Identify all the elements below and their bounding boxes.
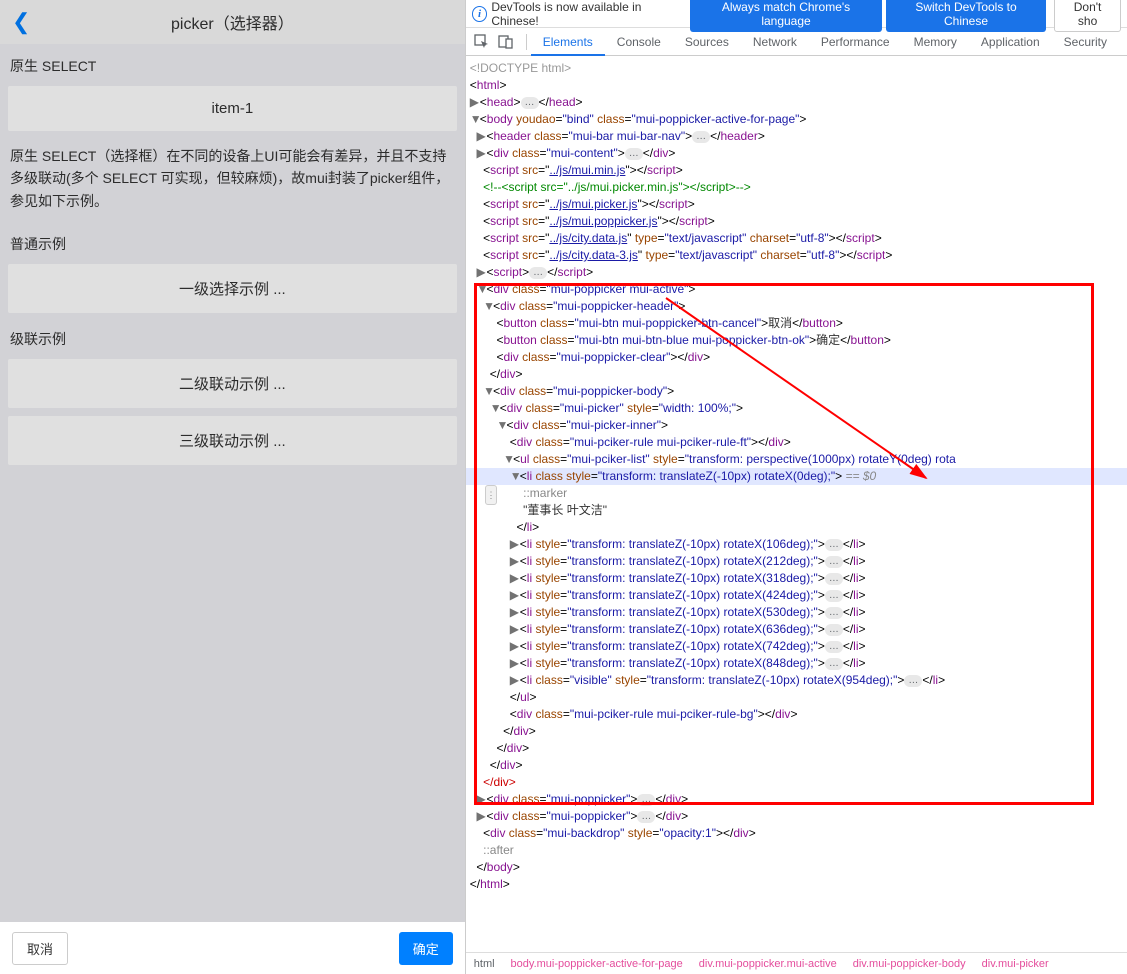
tab-network[interactable]: Network <box>741 28 809 56</box>
ok-button[interactable]: 确定 <box>399 932 453 965</box>
dom-node[interactable]: <script src="../js/city.data.js" type="t… <box>466 230 1127 247</box>
modal-backdrop[interactable] <box>0 0 465 974</box>
mobile-app-panel: ❮ picker（选择器） 原生 SELECT item-1 原生 SELECT… <box>0 0 465 974</box>
breadcrumb-item[interactable]: div.mui-poppicker-body <box>853 958 966 970</box>
dom-node[interactable]: <!--<script src="../js/mui.picker.min.js… <box>466 179 1127 196</box>
dom-node[interactable]: <script src="../js/mui.picker.js"></scri… <box>466 196 1127 213</box>
dom-node[interactable]: ▶<li style="transform: translateZ(-10px)… <box>466 621 1127 638</box>
dom-node[interactable]: </div> <box>466 740 1127 757</box>
dom-node[interactable]: </body> <box>466 859 1127 876</box>
dom-node[interactable]: </div> <box>466 723 1127 740</box>
tab-performance[interactable]: Performance <box>809 28 902 56</box>
tab-security[interactable]: Security <box>1052 28 1119 56</box>
dom-node[interactable]: ::after <box>466 842 1127 859</box>
dom-node[interactable]: <script src="../js/mui.min.js"></script> <box>466 162 1127 179</box>
cancel-button[interactable]: 取消 <box>12 932 68 965</box>
dom-node[interactable]: </html> <box>466 876 1127 893</box>
dom-node[interactable]: </div> <box>466 774 1127 791</box>
dom-node[interactable]: ▶<li class="visible" style="transform: t… <box>466 672 1127 689</box>
dom-node[interactable]: ▶<header class="mui-bar mui-bar-nav">…</… <box>466 128 1127 145</box>
dom-node[interactable]: </li> <box>466 519 1127 536</box>
dom-node[interactable]: "董事长 叶文洁" <box>466 502 1127 519</box>
dom-node[interactable]: ▼<li class style="transform: translateZ(… <box>466 468 1127 485</box>
splitter-handle[interactable]: ⋮ <box>485 485 497 505</box>
breadcrumb-item[interactable]: html <box>474 958 495 970</box>
dom-node[interactable]: ::marker <box>466 485 1127 502</box>
breadcrumb-item[interactable]: body.mui-poppicker-active-for-page <box>511 958 683 970</box>
dom-node[interactable]: <script src="../js/mui.poppicker.js"></s… <box>466 213 1127 230</box>
picker-footer: 取消 确定 <box>0 922 465 974</box>
dom-node[interactable]: ▶<li style="transform: translateZ(-10px)… <box>466 570 1127 587</box>
dom-node[interactable]: ▶<div class="mui-poppicker">…</div> <box>466 808 1127 825</box>
dom-node[interactable]: </div> <box>466 366 1127 383</box>
dom-node[interactable]: <div class="mui-backdrop" style="opacity… <box>466 825 1127 842</box>
elements-tree[interactable]: <!DOCTYPE html><html>▶<head>…</head>▼<bo… <box>466 56 1127 952</box>
dom-node[interactable]: ▶<li style="transform: translateZ(-10px)… <box>466 587 1127 604</box>
dom-node[interactable]: <!DOCTYPE html> <box>466 60 1127 77</box>
dom-node[interactable]: ▼<div class="mui-poppicker-header"> <box>466 298 1127 315</box>
dom-node[interactable]: ▶<div class="mui-content">…</div> <box>466 145 1127 162</box>
dom-node[interactable]: <button class="mui-btn mui-btn-blue mui-… <box>466 332 1127 349</box>
tab-sources[interactable]: Sources <box>673 28 741 56</box>
inspect-icon[interactable] <box>474 34 490 50</box>
tab-console[interactable]: Console <box>605 28 673 56</box>
dom-node[interactable]: ▼<body youdao="bind" class="mui-poppicke… <box>466 111 1127 128</box>
device-toggle-icon[interactable] <box>498 34 514 50</box>
dom-node[interactable]: <div class="mui-poppicker-clear"></div> <box>466 349 1127 366</box>
dom-node[interactable]: ▶<li style="transform: translateZ(-10px)… <box>466 655 1127 672</box>
dom-node[interactable]: ▼<div class="mui-picker" style="width: 1… <box>466 400 1127 417</box>
dom-node[interactable]: ▶<li style="transform: translateZ(-10px)… <box>466 604 1127 621</box>
dom-node[interactable]: ▶<head>…</head> <box>466 94 1127 111</box>
dom-node[interactable]: ▼<div class="mui-picker-inner"> <box>466 417 1127 434</box>
dom-node[interactable]: ▼<div class="mui-poppicker-body"> <box>466 383 1127 400</box>
tab-application[interactable]: Application <box>969 28 1052 56</box>
dom-node[interactable]: ▶<li style="transform: translateZ(-10px)… <box>466 553 1127 570</box>
tab-elements[interactable]: Elements <box>531 28 605 56</box>
info-bar: i DevTools is now available in Chinese! … <box>466 0 1127 28</box>
devtools-panel: i DevTools is now available in Chinese! … <box>465 0 1127 974</box>
dom-node[interactable]: <script src="../js/city.data-3.js" type=… <box>466 247 1127 264</box>
dom-node[interactable]: </div> <box>466 757 1127 774</box>
dom-node[interactable]: <button class="mui-btn mui-poppicker-btn… <box>466 315 1127 332</box>
devtools-tab-bar: ElementsConsoleSourcesNetworkPerformance… <box>466 28 1127 56</box>
breadcrumb-item[interactable]: div.mui-picker <box>982 958 1049 970</box>
dom-node[interactable]: ▶<li style="transform: translateZ(-10px)… <box>466 536 1127 553</box>
dom-node[interactable]: ▶<div class="mui-poppicker">…</div> <box>466 791 1127 808</box>
tab-memory[interactable]: Memory <box>902 28 969 56</box>
dom-node[interactable]: <div class="mui-pciker-rule mui-pciker-r… <box>466 706 1127 723</box>
dom-node[interactable]: <div class="mui-pciker-rule mui-pciker-r… <box>466 434 1127 451</box>
breadcrumb-item[interactable]: div.mui-poppicker.mui-active <box>699 958 837 970</box>
dom-node[interactable]: ▶<li style="transform: translateZ(-10px)… <box>466 638 1127 655</box>
dom-node[interactable]: </ul> <box>466 689 1127 706</box>
dom-node[interactable]: ▼<ul class="mui-pciker-list" style="tran… <box>466 451 1127 468</box>
breadcrumb-bar: html body.mui-poppicker-active-for-page di… <box>466 952 1127 974</box>
dom-node[interactable]: <html> <box>466 77 1127 94</box>
info-icon: i <box>472 6 488 22</box>
dom-node[interactable]: ▶<script>…</script> <box>466 264 1127 281</box>
dom-node[interactable]: ▼<div class="mui-poppicker mui-active"> <box>466 281 1127 298</box>
info-text: DevTools is now available in Chinese! <box>491 0 686 28</box>
